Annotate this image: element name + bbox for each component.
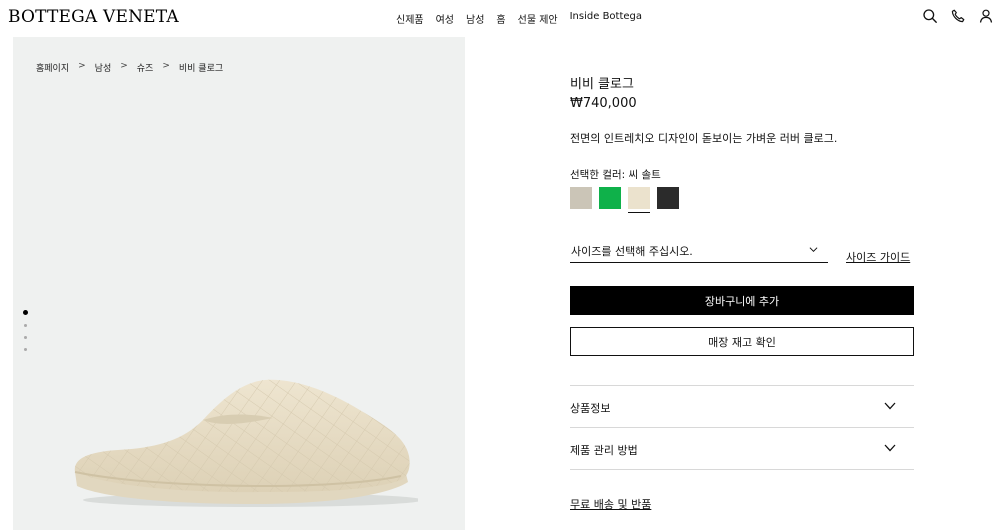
accordion-divider	[570, 469, 914, 470]
breadcrumb-current: 비비 클로그	[178, 64, 224, 74]
product-image-panel: 홈페이지 > 남성 > 슈즈 > 비비 클로그	[13, 37, 465, 530]
accordion-label: 상품정보	[570, 402, 611, 415]
nav-item-gifts[interactable]: 선물 제안	[518, 11, 558, 26]
breadcrumb-home[interactable]: 홈페이지	[36, 61, 69, 74]
color-swatch-2[interactable]	[599, 187, 621, 209]
size-select[interactable]: 사이즈를 선택해 주십시오.	[570, 243, 828, 263]
gallery-dot-3[interactable]	[24, 336, 27, 339]
nav-item-home[interactable]: 홈	[496, 11, 505, 26]
size-guide-link[interactable]: 사이즈 가이드	[846, 249, 910, 265]
brand-logo[interactable]: BOTTEGA VENETA	[8, 7, 179, 27]
breadcrumb-separator: >	[78, 61, 86, 71]
size-select-placeholder: 사이즈를 선택해 주십시오.	[571, 245, 693, 258]
store-stock-button[interactable]: 매장 재고 확인	[570, 327, 914, 356]
accordion-product-info[interactable]: 상품정보	[570, 385, 914, 427]
breadcrumb-separator: >	[120, 61, 128, 71]
product-title: 비비 클로그	[570, 77, 634, 92]
color-swatch-1[interactable]	[570, 187, 592, 209]
search-icon[interactable]	[922, 8, 938, 24]
breadcrumb-separator: >	[162, 61, 170, 71]
add-to-cart-button[interactable]: 장바구니에 추가	[570, 286, 914, 315]
accordion-care-instructions[interactable]: 제품 관리 방법	[570, 427, 914, 469]
chevron-down-icon	[884, 444, 896, 452]
gallery-pagination	[23, 310, 28, 351]
chevron-down-icon	[809, 247, 818, 253]
header-icons	[922, 8, 994, 24]
breadcrumb-shoes[interactable]: 슈즈	[137, 61, 154, 74]
product-price: ₩740,000	[570, 96, 637, 111]
free-shipping-returns-link[interactable]: 무료 배송 및 반품	[570, 496, 651, 512]
breadcrumb-men[interactable]: 남성	[95, 61, 112, 74]
gallery-dot-2[interactable]	[24, 324, 27, 327]
color-swatch-4[interactable]	[657, 187, 679, 209]
product-info: 비비 클로그 ₩740,000 전면의 인트레치오 디자인이 돋보이는 가벼운 …	[570, 0, 915, 530]
selected-color-label: 선택한 컬러: 씨 솔트	[570, 169, 661, 181]
color-swatches	[570, 187, 679, 213]
breadcrumb: 홈페이지 > 남성 > 슈즈 > 비비 클로그	[36, 61, 223, 74]
accordion-label: 제품 관리 방법	[570, 444, 638, 457]
gallery-dot-4[interactable]	[24, 348, 27, 351]
product-image-clog[interactable]	[63, 372, 418, 512]
chevron-down-icon	[884, 402, 896, 410]
account-icon[interactable]	[978, 8, 994, 24]
nav-item-men[interactable]: 남성	[466, 11, 484, 26]
nav-item-women[interactable]: 여성	[436, 11, 454, 26]
phone-icon[interactable]	[950, 8, 966, 24]
nav-item-new[interactable]: 신제품	[396, 11, 424, 26]
color-swatch-3-selected[interactable]	[628, 187, 650, 213]
product-description: 전면의 인트레치오 디자인이 돋보이는 가벼운 러버 클로그.	[570, 132, 838, 145]
gallery-dot-1[interactable]	[23, 310, 28, 315]
